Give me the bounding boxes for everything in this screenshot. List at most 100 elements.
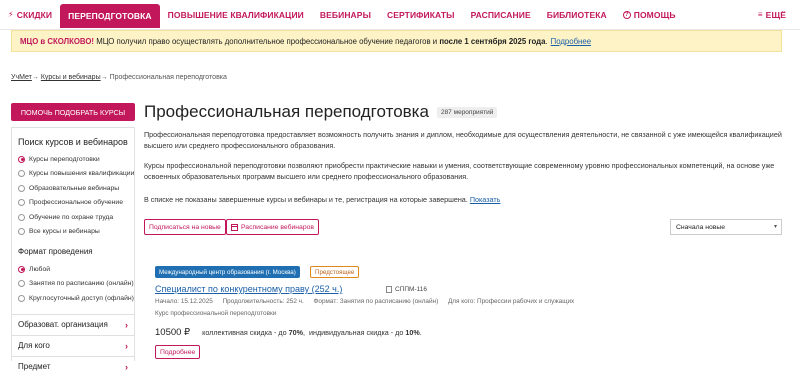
nav-item-label: ПОМОЩЬ — [633, 9, 676, 20]
group-discount: 70% — [288, 328, 303, 337]
filter-format-any[interactable]: Любой — [12, 262, 134, 277]
course-audience: Для кого: Профессии рабочих и служащих — [447, 298, 575, 305]
radio-icon — [18, 294, 25, 302]
nav-item-label: БИБЛИОТЕКА — [546, 9, 607, 20]
nav-item-webinars[interactable]: ВЕБИНАРЫ — [312, 2, 379, 28]
radio-icon — [18, 228, 25, 236]
period: . — [419, 328, 422, 337]
help-icon: ? — [622, 10, 631, 19]
page-title: Профессиональная переподготовка — [144, 102, 429, 121]
nav-item-label: ПОВЫШЕНИЕ КВАЛИФИКАЦИИ — [167, 9, 304, 20]
breadcrumb-separator: → — [31, 74, 39, 81]
radio-icon — [18, 184, 25, 192]
menu-icon: ≡ — [757, 10, 763, 19]
announcement-bold: после 1 сентября 2025 года — [439, 36, 546, 46]
breadcrumb-separator: → — [100, 74, 108, 81]
event-count-badge: 287 мероприятий — [436, 106, 498, 118]
radio-icon — [18, 170, 25, 178]
sort-select[interactable]: Сначала новые ▾ — [670, 219, 782, 235]
breadcrumb-section[interactable]: Курсы и вебинары — [41, 74, 101, 81]
radio-icon — [18, 213, 25, 221]
filter-type-webinars[interactable]: Образовательные вебинары — [12, 181, 134, 196]
course-details-button[interactable]: Подробнее — [155, 345, 201, 359]
nav-item-qualification[interactable]: ПОВЫШЕНИЕ КВАЛИФИКАЦИИ — [160, 2, 312, 28]
nav-more-label: ЕЩЁ — [765, 9, 786, 20]
main-content: Профессиональная переподготовка 287 меро… — [144, 98, 784, 359]
nav-item-certificates[interactable]: СЕРТИФИКАТЫ — [379, 2, 463, 28]
accordion-label: Для кого — [18, 341, 50, 350]
course-code: СППМ-116 — [386, 286, 427, 293]
calendar-icon — [231, 223, 238, 231]
course-title-link[interactable]: Специалист по конкурентному праву (252 ч… — [155, 284, 342, 294]
radio-icon — [18, 280, 25, 288]
nav-item-label: РАСПИСАНИЕ — [470, 9, 531, 20]
radio-icon — [18, 199, 25, 207]
filter-label: Обучение по охране труда — [29, 213, 114, 221]
filter-format-offline[interactable]: Круглосуточный доступ (офлайн) — [12, 291, 134, 306]
nav-item-library[interactable]: БИБЛИОТЕКА — [539, 2, 615, 28]
webinar-schedule-label: Расписание вебинаров — [241, 223, 314, 231]
bolt-icon: ⚡ — [8, 10, 14, 19]
nav-item-discounts[interactable]: ⚡ СКИДКИ — [0, 2, 60, 28]
chevron-down-icon: ▾ — [773, 224, 777, 230]
top-nav: ⚡ СКИДКИ ПЕРЕПОДГОТОВКА ПОВЫШЕНИЕ КВАЛИФ… — [0, 0, 800, 30]
filter-sidebar: Поиск курсов и вебинаров Курсы переподго… — [11, 127, 135, 372]
announcement-link[interactable]: Подробнее — [551, 37, 591, 46]
chevron-right-icon: › — [125, 319, 128, 330]
filter-type-safety[interactable]: Обучение по охране труда — [12, 210, 134, 225]
radio-icon — [18, 155, 25, 163]
course-type: Курс профессиональной переподготовки — [155, 310, 277, 317]
filter-label: Любой — [29, 265, 51, 273]
description-paragraph: Курсы профессиональной переподготовки по… — [144, 161, 775, 181]
filter-label: Занятия по расписанию (онлайн) — [29, 280, 134, 288]
document-icon — [386, 286, 392, 293]
help-pick-courses-button[interactable]: ПОМОЧЬ ПОДОБРАТЬ КУРСЫ — [11, 103, 135, 121]
price-row: 10500 ₽ коллективная скидка - до 70%, ин… — [155, 327, 422, 338]
nav-item-label: ВЕБИНАРЫ — [319, 9, 371, 20]
webinar-schedule-button[interactable]: Расписание вебинаров — [226, 219, 319, 235]
breadcrumb-home[interactable]: УчМет — [11, 74, 32, 81]
chevron-right-icon: › — [125, 340, 128, 351]
accordion-label: Предмет — [18, 362, 51, 371]
accordion-audience[interactable]: Для кого › — [12, 334, 134, 356]
individual-discount: 10% — [405, 328, 420, 337]
accordion-label: Образоват. организация — [18, 320, 108, 329]
subscribe-button[interactable]: Подписаться на новые — [144, 219, 226, 235]
nav-item-help[interactable]: ? ПОМОЩЬ — [615, 2, 684, 28]
organization-tag: Международный центр образования (г. Моск… — [155, 266, 300, 278]
announcement-highlight: МЦО в СКОЛКОВО! — [20, 36, 95, 46]
filter-type-qualification[interactable]: Курсы повышения квалификации — [12, 167, 134, 182]
accordion-subject[interactable]: Предмет › — [12, 355, 134, 377]
filter-label: Все курсы и вебинары — [29, 228, 100, 236]
individual-discount-label: индивидуальная скидка - до — [308, 328, 406, 337]
show-completed-link[interactable]: Показать — [470, 195, 501, 204]
course-start: Начало: 15.12.2025 — [155, 298, 213, 305]
nav-item-label: СЕРТИФИКАТЫ — [387, 9, 455, 20]
course-duration: Продолжительность: 252 ч. — [222, 298, 304, 305]
breadcrumb: УчМет→ Курсы и вебинары→ Профессиональна… — [11, 74, 227, 81]
announcement-end: . — [545, 36, 548, 46]
filter-label: Образовательные вебинары — [29, 184, 120, 192]
filter-type-all[interactable]: Все курсы и вебинары — [12, 225, 134, 240]
nav-item-label: СКИДКИ — [16, 9, 53, 20]
filter-type-retraining[interactable]: Курсы переподготовки — [12, 152, 134, 167]
filter-label: Круглосуточный доступ (офлайн) — [29, 294, 134, 302]
filter-label: Курсы переподготовки — [29, 155, 100, 163]
filter-format-scheduled[interactable]: Занятия по расписанию (онлайн) — [12, 277, 134, 292]
accordion-organization[interactable]: Образоват. организация › — [12, 313, 134, 335]
group-discount-label: коллективная скидка - до — [202, 328, 289, 337]
course-format: Формат: Занятия по расписанию (онлайн) — [313, 298, 439, 305]
nav-more-button[interactable]: ≡ ЕЩЁ — [750, 2, 800, 28]
announcement-banner: МЦО в СКОЛКОВО! МЦО получил право осущес… — [11, 30, 782, 52]
course-price: 10500 ₽ — [155, 327, 191, 338]
chevron-right-icon: › — [125, 361, 128, 372]
completed-notice-text: В списке не показаны завершенные курсы и… — [144, 195, 468, 204]
breadcrumb-current: Профессиональная переподготовка — [109, 74, 227, 81]
nav-item-schedule[interactable]: РАСПИСАНИЕ — [463, 2, 539, 28]
radio-icon — [18, 265, 25, 273]
nav-item-retraining[interactable]: ПЕРЕПОДГОТОВКА — [60, 3, 160, 28]
filter-type-professional[interactable]: Профессиональное обучение — [12, 196, 134, 211]
intro-paragraph: Профессиональная переподготовка предоста… — [144, 130, 782, 150]
course-meta: Начало: 15.12.2025 Продолжительность: 25… — [155, 298, 582, 305]
nav-item-label: ПЕРЕПОДГОТОВКА — [68, 10, 152, 21]
